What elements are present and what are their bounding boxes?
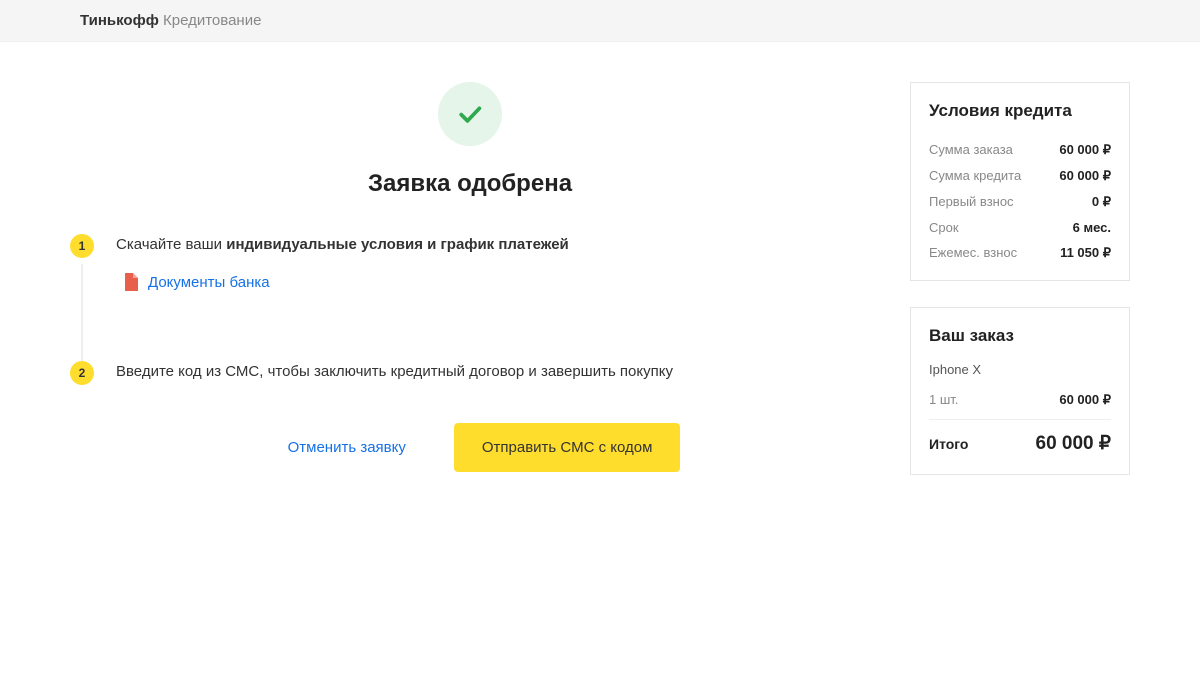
row-order-sum: Сумма заказа 60 000 ₽ — [929, 137, 1111, 163]
row-credit-sum: Сумма кредита 60 000 ₽ — [929, 163, 1111, 189]
label-down-payment: Первый взнос — [929, 194, 1014, 209]
step-2: 2 Введите код из СМС, чтобы заключить кр… — [70, 361, 870, 385]
step-1-text-pre: Скачайте ваши — [116, 236, 226, 253]
steps: 1 Скачайте ваши индивидуальные условия и… — [70, 234, 870, 385]
label-total: Итого — [929, 436, 968, 452]
check-icon — [455, 99, 485, 129]
label-monthly: Ежемес. взнос — [929, 245, 1017, 260]
order-title: Ваш заказ — [929, 326, 1111, 346]
step-1: 1 Скачайте ваши индивидуальные условия и… — [70, 234, 870, 291]
value-term: 6 мес. — [1073, 220, 1111, 235]
step-1-text: Скачайте ваши индивидуальные условия и г… — [116, 236, 870, 253]
order-item-name: Iphone X — [929, 362, 1111, 377]
row-qty: 1 шт. 60 000 ₽ — [929, 387, 1111, 413]
page: Заявка одобрена 1 Скачайте ваши индивиду… — [50, 82, 1150, 501]
cancel-button[interactable]: Отменить заявку — [260, 423, 434, 472]
label-credit-sum: Сумма кредита — [929, 168, 1021, 183]
brand-light: Кредитование — [159, 12, 262, 29]
label-order-sum: Сумма заказа — [929, 142, 1013, 157]
order-card: Ваш заказ Iphone X 1 шт. 60 000 ₽ Итого … — [910, 307, 1130, 475]
send-sms-button[interactable]: Отправить СМС с кодом — [454, 423, 681, 472]
header: Тинькофф Кредитование — [0, 0, 1200, 42]
row-total: Итого 60 000 ₽ — [929, 419, 1111, 460]
value-qty: 60 000 ₽ — [1059, 392, 1111, 408]
sidebar: Условия кредита Сумма заказа 60 000 ₽ Су… — [910, 82, 1130, 501]
main-column: Заявка одобрена 1 Скачайте ваши индивиду… — [70, 82, 870, 501]
value-total: 60 000 ₽ — [1036, 432, 1111, 455]
step-connector — [81, 264, 83, 374]
step-1-text-bold: индивидуальные условия и график платежей — [226, 236, 569, 253]
credit-terms-title: Условия кредита — [929, 101, 1111, 121]
success-check-circle — [438, 82, 502, 146]
doc-link-row: Документы банка — [116, 273, 870, 291]
credit-terms-card: Условия кредита Сумма заказа 60 000 ₽ Су… — [910, 82, 1130, 281]
row-term: Срок 6 мес. — [929, 215, 1111, 240]
value-order-sum: 60 000 ₽ — [1059, 142, 1111, 158]
step-2-body: Введите код из СМС, чтобы заключить кред… — [116, 361, 870, 380]
label-qty: 1 шт. — [929, 392, 958, 407]
step-1-badge: 1 — [70, 234, 94, 258]
label-term: Срок — [929, 220, 959, 235]
brand: Тинькофф Кредитование — [80, 12, 261, 29]
page-title: Заявка одобрена — [70, 170, 870, 198]
step-2-badge: 2 — [70, 361, 94, 385]
value-credit-sum: 60 000 ₽ — [1059, 168, 1111, 184]
actions: Отменить заявку Отправить СМС с кодом — [70, 423, 870, 472]
step-1-body: Скачайте ваши индивидуальные условия и г… — [116, 234, 870, 291]
brand-bold: Тинькофф — [80, 12, 159, 29]
value-down-payment: 0 ₽ — [1092, 194, 1111, 210]
row-monthly: Ежемес. взнос 11 050 ₽ — [929, 240, 1111, 266]
value-monthly: 11 050 ₽ — [1060, 245, 1111, 261]
step-2-text: Введите код из СМС, чтобы заключить кред… — [116, 363, 870, 380]
bank-documents-link[interactable]: Документы банка — [148, 274, 270, 291]
row-down-payment: Первый взнос 0 ₽ — [929, 189, 1111, 215]
document-icon — [124, 273, 138, 291]
